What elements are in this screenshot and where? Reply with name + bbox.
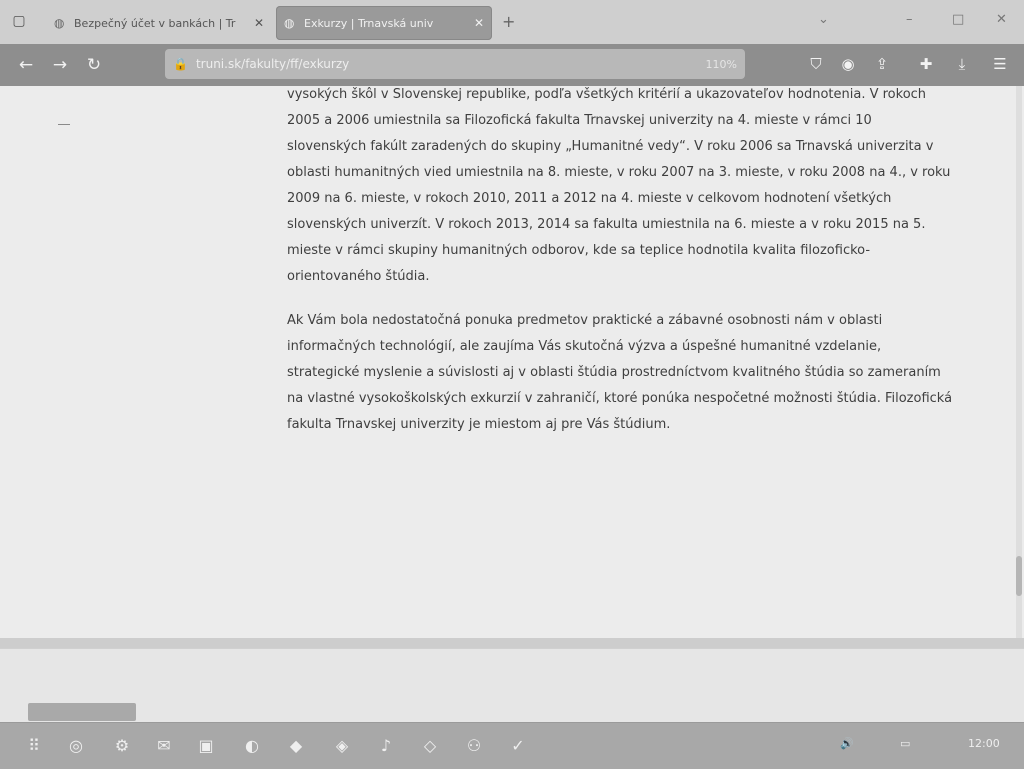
tab-list-icon[interactable]: ⌄ (818, 12, 829, 27)
extension-icon[interactable]: ◉ (838, 54, 858, 74)
terminal-icon[interactable]: ◐ (240, 734, 264, 758)
zoom-level[interactable]: 110% (706, 58, 737, 71)
tab-2-title: Exkurzy | Trnavská univ (304, 16, 434, 30)
status-bar (28, 703, 136, 721)
chat-icon[interactable]: ◈ (330, 734, 354, 758)
network-icon[interactable]: ⚇ (462, 734, 486, 758)
sidebar-divider (58, 124, 70, 125)
reload-button[interactable]: ↻ (82, 53, 106, 77)
clock[interactable]: 12:00 (968, 737, 1000, 750)
footer-divider (0, 638, 1024, 648)
files-icon[interactable]: ▣ (194, 734, 218, 758)
forward-button[interactable]: → (48, 53, 72, 77)
tab-1[interactable]: ◍ Bezpečný účet v bankách | Tr ✕ (46, 6, 272, 40)
article-paragraph-2: Ak Vám bola nedostatočná ponuka predmeto… (287, 313, 953, 432)
vpn-icon[interactable]: ◇ (418, 734, 442, 758)
close-window-button[interactable]: ✕ (996, 12, 1007, 27)
shield-icon[interactable]: ⛉ (806, 54, 826, 74)
tab-2-close-icon[interactable]: ✕ (474, 16, 484, 30)
update-icon[interactable]: ✓ (506, 734, 530, 758)
tab-2-active[interactable]: ◍ Exkurzy | Trnavská univ ✕ (276, 6, 492, 40)
apps-icon[interactable]: ⠿ (22, 734, 46, 758)
code-icon[interactable]: ◆ (284, 734, 308, 758)
share-icon[interactable]: ⇪ (872, 54, 892, 74)
settings-icon[interactable]: ⚙ (110, 734, 134, 758)
browser-icon[interactable]: ◎ (64, 734, 88, 758)
globe-icon: ◍ (54, 16, 65, 30)
navigation-bar: ← → ↻ 🔒 truni.sk/fakulty/ff/exkurzy 110%… (0, 44, 1024, 86)
page-content: vysokých škôl v Slovenskej republike, po… (0, 86, 1024, 638)
url-text[interactable]: truni.sk/fakulty/ff/exkurzy (196, 57, 700, 71)
tab-overview-icon[interactable]: ▢ (10, 12, 28, 30)
article-paragraph-1: vysokých škôl v Slovenskej republike, po… (287, 87, 951, 284)
menu-icon[interactable]: ☰ (990, 54, 1010, 74)
music-icon[interactable]: ♪ (374, 734, 398, 758)
maximize-button[interactable]: □ (952, 12, 964, 27)
volume-icon[interactable]: 🔊 (840, 737, 854, 750)
puzzle-icon[interactable]: ✚ (916, 54, 936, 74)
address-bar[interactable]: 🔒 truni.sk/fakulty/ff/exkurzy 110% (165, 49, 745, 79)
tab-1-close-icon[interactable]: ✕ (254, 16, 264, 30)
minimize-button[interactable]: – (906, 12, 913, 27)
page-footer (0, 648, 1024, 723)
back-button[interactable]: ← (14, 53, 38, 77)
globe-icon: ◍ (284, 16, 295, 30)
tab-strip: ▢ ◍ Bezpečný účet v bankách | Tr ✕ ◍ Exk… (0, 0, 1024, 45)
scrollbar-thumb[interactable] (1016, 556, 1022, 596)
battery-icon[interactable]: ▭ (900, 737, 910, 750)
mail-icon[interactable]: ✉ (152, 734, 176, 758)
lock-icon[interactable]: 🔒 (173, 57, 188, 71)
tab-1-title: Bezpečný účet v bankách | Tr (74, 16, 236, 30)
download-icon[interactable]: ⤓ (952, 54, 972, 74)
taskbar: ⠿ ◎ ⚙ ✉ ▣ ◐ ◆ ◈ ♪ ◇ ⚇ ✓ 🔊 ▭ 12:00 (0, 722, 1024, 769)
new-tab-button[interactable]: + (502, 12, 515, 31)
article-body: vysokých škôl v Slovenskej republike, po… (287, 86, 955, 456)
